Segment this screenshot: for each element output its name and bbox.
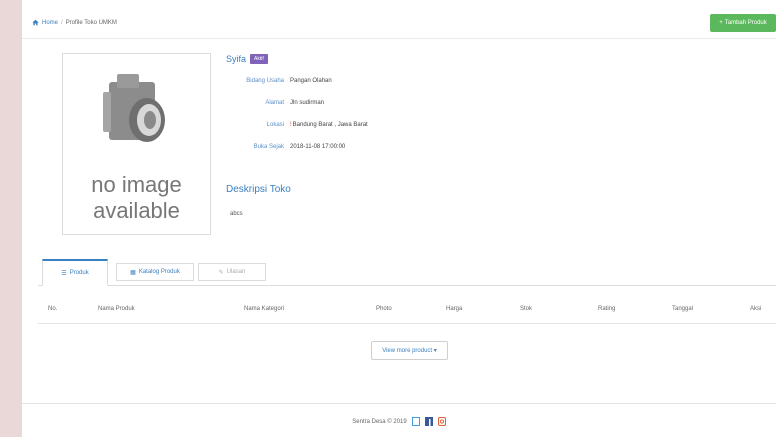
breadcrumb-separator: / [61, 19, 63, 26]
location-value: Bandung Barat , Jawa Barat [292, 122, 368, 128]
view-more-button[interactable]: View more product ▾ [371, 341, 448, 360]
tab-ulasan[interactable]: ✎ Ulasan [198, 263, 266, 281]
info-label: Buka Sejak [253, 144, 284, 150]
store-photo-placeholder: no image available [62, 53, 211, 235]
column-header-stok: Stok [520, 306, 533, 312]
top-bar: Home / Profile Toko UMKM + Tambah Produk [22, 10, 776, 39]
description-title: Deskripsi Toko [226, 184, 291, 195]
tab-label: Katalog Produk [138, 269, 180, 275]
info-label: Alamat [265, 100, 284, 106]
facebook-icon[interactable] [424, 417, 433, 426]
tab-bar: ☰ Produk ▦ Katalog Produk ✎ Ulasan [38, 259, 776, 286]
twitter-icon[interactable] [411, 417, 420, 426]
instagram-icon[interactable] [437, 417, 446, 426]
column-header-harga: Harga [446, 306, 463, 312]
list-icon: ☰ [61, 270, 67, 277]
breadcrumb-current: Profile Toko UMKM [65, 19, 117, 26]
add-product-button[interactable]: + Tambah Produk [710, 14, 776, 32]
column-header-aksi: Aksi [750, 306, 762, 312]
breadcrumb: Home / Profile Toko UMKM [32, 19, 117, 26]
column-header-nama-kategori: Nama Kategori [244, 306, 285, 312]
info-value: !Bandung Barat , Jawa Barat [290, 122, 490, 128]
column-header-photo: Photo [376, 306, 392, 312]
status-badge: Aktif [250, 54, 268, 64]
store-name: Syifa [226, 54, 247, 64]
info-label: Bidang Usaha [246, 78, 284, 84]
footer-content: Sentra Desa © 2019 [22, 417, 776, 426]
page: Home / Profile Toko UMKM + Tambah Produk… [22, 0, 776, 437]
info-value: 2018-11-08 17:00:00 [290, 144, 346, 150]
tab-label: Produk [69, 270, 89, 276]
column-header-no: No. [48, 306, 58, 312]
location-pin-icon: ! [290, 122, 292, 128]
camera-icon [103, 74, 165, 142]
tab-produk[interactable]: ☰ Produk [42, 259, 108, 286]
breadcrumb-home-link[interactable]: Home [42, 20, 58, 26]
column-header-nama-produk: Nama Produk [98, 306, 135, 312]
footer-copyright: Sentra Desa © 2019 [352, 418, 407, 425]
product-table-header: No. Nama Produk Nama Kategori Photo Harg… [38, 297, 776, 324]
info-value: Jln sudirman [290, 100, 325, 106]
description-text: abcs [230, 211, 243, 217]
catalog-icon: ▦ [130, 269, 136, 276]
available-text: available [93, 198, 180, 223]
chevron-down-icon: ▾ [432, 348, 437, 354]
no-image-text: no image [91, 172, 182, 197]
view-more-label: View more product [382, 347, 433, 354]
store-name-row: Syifa Aktif [226, 54, 746, 64]
add-product-label: Tambah Produk [724, 20, 767, 26]
tab-katalog-produk[interactable]: ▦ Katalog Produk [116, 263, 194, 281]
home-icon [32, 19, 39, 26]
footer: Sentra Desa © 2019 [22, 403, 776, 426]
column-header-rating: Rating [598, 306, 616, 312]
info-value: Pangan Olahan [290, 78, 332, 84]
tab-label: Ulasan [226, 269, 246, 275]
store-profile: Syifa Aktif Bidang Usaha Pangan Olahan A… [226, 54, 746, 217]
plus-icon: + [719, 20, 723, 26]
review-icon: ✎ [218, 269, 224, 276]
info-label: Lokasi [266, 122, 284, 128]
column-header-tanggal: Tanggal [672, 306, 694, 312]
